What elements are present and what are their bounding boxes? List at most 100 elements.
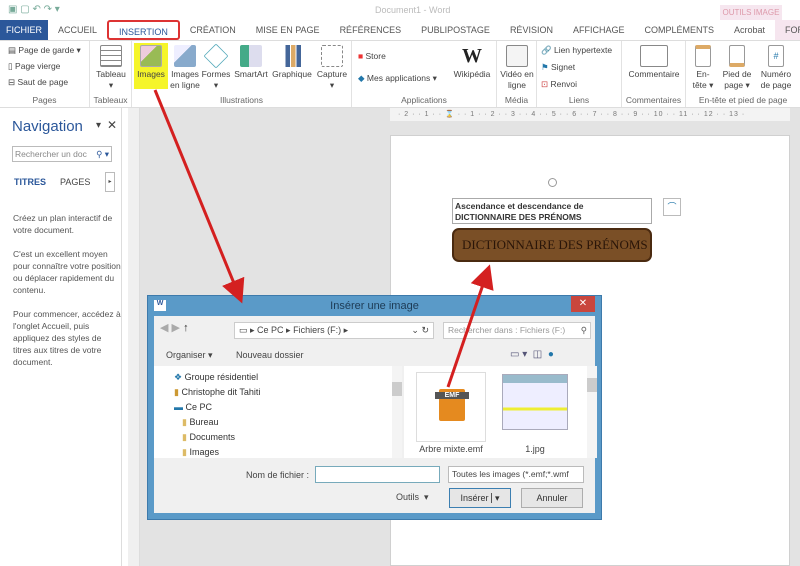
file-type-select[interactable]: Toutes les images (*.emf;*.wmf: [448, 466, 584, 483]
view-options-icon[interactable]: ▭ ▾ ◫ ●: [510, 349, 554, 360]
tree-scrollbar[interactable]: [392, 366, 402, 458]
renvoi-button[interactable]: ⊡ Renvoi: [541, 79, 577, 90]
lien-hypertexte-button[interactable]: 🔗 Lien hypertexte: [541, 45, 612, 56]
file-scrollbar[interactable]: [587, 366, 597, 458]
file-item-emf[interactable]: EMF: [416, 372, 486, 442]
tools-button[interactable]: Outils ▾: [396, 492, 429, 503]
tab-references[interactable]: RÉFÉRENCES: [330, 20, 412, 40]
navigation-pane: Navigation ▾ ✕ Rechercher un doc ⚲ ▾ TITR…: [0, 108, 122, 566]
chevron-down-icon[interactable]: ▾: [491, 493, 500, 503]
tree-list: ❖ Groupe résidentiel ▮ Christophe dit Ta…: [174, 370, 260, 460]
label: Outils: [396, 492, 420, 502]
smartart-icon: [240, 45, 262, 67]
back-icon[interactable]: ◀: [160, 322, 168, 334]
pied-de-page-button[interactable]: Pied de page ▾: [718, 45, 756, 91]
dialog-body: ◀ ▶ ↑ ▭ ▸ Ce PC ▸ Fichiers (F:) ▸ ⌄ ↻ Rec…: [154, 316, 597, 513]
nav-buttons: ◀ ▶ ↑: [160, 321, 189, 334]
file-thumbnail-jpg[interactable]: [502, 374, 568, 430]
up-icon[interactable]: ↑: [183, 322, 189, 334]
tree-item-homegroup[interactable]: ❖ Groupe résidentiel: [174, 370, 260, 385]
tree-item-images[interactable]: ▮ Images: [174, 445, 260, 460]
tree-item-desktop[interactable]: ▮ Bureau: [174, 415, 260, 430]
graphique-button[interactable]: Graphique: [270, 45, 314, 80]
tab-affichage[interactable]: AFFICHAGE: [563, 20, 635, 40]
images-en-ligne-button[interactable]: Images en ligne: [168, 45, 202, 91]
pane-options-icon[interactable]: ▾: [96, 120, 101, 131]
saut-de-page-button[interactable]: ⊟ Saut de page: [8, 77, 68, 88]
help-icon[interactable]: ●: [548, 349, 554, 360]
tab-titres[interactable]: TITRES: [14, 177, 46, 187]
filename-input[interactable]: [315, 466, 440, 483]
search-icon[interactable]: ⚲: [581, 323, 587, 338]
label: SmartArt: [234, 69, 268, 79]
file-list: EMF Arbre mixte.emf 1.jpg: [404, 366, 597, 458]
address-bar[interactable]: ▭ ▸ Ce PC ▸ Fichiers (F:) ▸ ⌄ ↻: [234, 322, 434, 339]
breadcrumb-item[interactable]: Fichiers (F:): [293, 325, 341, 335]
tab-mise-en-page[interactable]: MISE EN PAGE: [246, 20, 330, 40]
breadcrumb-item[interactable]: Ce PC: [257, 325, 284, 335]
tab-publipostage[interactable]: PUBLIPOSTAGE: [411, 20, 500, 40]
textbox-line: DICTIONNAIRE DES PRÉNOMS: [455, 212, 582, 222]
vertical-ruler[interactable]: [128, 108, 140, 566]
refresh-icon[interactable]: ⌄ ↻: [411, 323, 429, 338]
more-tabs-button[interactable]: ▸: [105, 172, 115, 192]
quick-access-icons[interactable]: ▣ ▢ ↶ ↷ ▾: [8, 4, 60, 15]
close-button[interactable]: ✕: [571, 296, 595, 312]
page-de-garde-button[interactable]: ▤ Page de garde ▾: [8, 45, 81, 56]
navigation-search-input[interactable]: Rechercher un doc ⚲ ▾: [12, 146, 112, 162]
insert-button[interactable]: Insérer ▾: [449, 488, 511, 508]
header-icon: [695, 45, 711, 67]
tab-creation[interactable]: CRÉATION: [180, 20, 246, 40]
tab-complements[interactable]: COMPLÉMENTS: [634, 20, 724, 40]
cancel-button[interactable]: Annuler: [521, 488, 583, 508]
tab-pages[interactable]: PAGES: [60, 177, 90, 187]
horizontal-ruler[interactable]: · 2 · · 1 · · ⌛ · · 1 · · 2 · · 3 · · 4 …: [390, 108, 790, 121]
title-textbox[interactable]: Ascendance et descendance de DICTIONNAIR…: [452, 198, 652, 224]
new-folder-button[interactable]: Nouveau dossier: [236, 350, 304, 360]
close-icon[interactable]: ✕: [107, 118, 117, 132]
navigation-help: Créez un plan interactif de votre docume…: [13, 212, 121, 368]
formes-button[interactable]: Formes ▾: [200, 43, 232, 91]
forward-icon[interactable]: ▶: [172, 322, 180, 334]
mes-applications-button[interactable]: ◆ Mes applications ▾: [358, 73, 437, 84]
label: Store: [365, 51, 386, 61]
title-shape[interactable]: DICTIONNAIRE DES PRÉNOMS: [452, 228, 652, 262]
rotate-handle[interactable]: [548, 178, 557, 187]
dialog-search-input[interactable]: Rechercher dans : Fichiers (F:) ⚲: [443, 322, 591, 339]
tab-acrobat[interactable]: Acrobat: [724, 20, 775, 40]
wikipedia-button[interactable]: W Wikipédia: [452, 45, 492, 80]
group-applications: ■ Store ◆ Mes applications ▾ W Wikipédia …: [352, 41, 497, 107]
label: Page vierge: [15, 61, 61, 71]
page-vierge-button[interactable]: ▯ Page vierge: [8, 61, 60, 72]
label: Pied de page: [722, 69, 752, 90]
entete-button[interactable]: En-tête ▾: [688, 45, 718, 91]
commentaire-button[interactable]: Commentaire: [624, 45, 684, 80]
tree-item-user[interactable]: ▮ Christophe dit Tahiti: [174, 385, 260, 400]
tree-item-this-pc[interactable]: ▬ Ce PC: [174, 400, 260, 415]
group-label: En-tête et pied de page: [698, 95, 788, 105]
group-liens: 🔗 Lien hypertexte ⚑ Signet ⊡ Renvoi Lien…: [537, 41, 622, 107]
tab-revision[interactable]: RÉVISION: [500, 20, 563, 40]
organize-button[interactable]: Organiser ▾: [166, 350, 213, 361]
tableau-button[interactable]: Tableau ▾: [94, 45, 128, 91]
tab-fichier[interactable]: FICHIER: [0, 20, 48, 40]
label: Groupe résidentiel: [184, 372, 259, 382]
contextual-tab-group: OUTILS IMAGE: [720, 5, 782, 20]
tab-format[interactable]: FORMAT: [775, 20, 800, 40]
search-icon[interactable]: ⚲ ▾: [96, 147, 109, 161]
numero-de-page-button[interactable]: # Numéro de page: [756, 45, 796, 91]
label: Organiser: [166, 350, 206, 360]
layout-options-icon[interactable]: ⌒: [663, 198, 681, 216]
store-button[interactable]: ■ Store: [358, 51, 386, 61]
dialog-title: Insérer une image: [330, 300, 419, 312]
link-icon: 🔗: [541, 45, 552, 55]
smartart-button[interactable]: SmartArt: [232, 45, 270, 80]
capture-button[interactable]: Capture ▾: [314, 45, 350, 91]
images-button[interactable]: Images: [134, 43, 168, 89]
video-en-ligne-button[interactable]: Vidéo en ligne: [500, 45, 534, 91]
tab-accueil[interactable]: ACCUEIL: [48, 20, 107, 40]
tree-item-documents[interactable]: ▮ Documents: [174, 430, 260, 445]
tab-insertion[interactable]: INSERTION: [107, 20, 180, 40]
signet-button[interactable]: ⚑ Signet: [541, 62, 575, 73]
badge: EMF: [435, 392, 469, 399]
